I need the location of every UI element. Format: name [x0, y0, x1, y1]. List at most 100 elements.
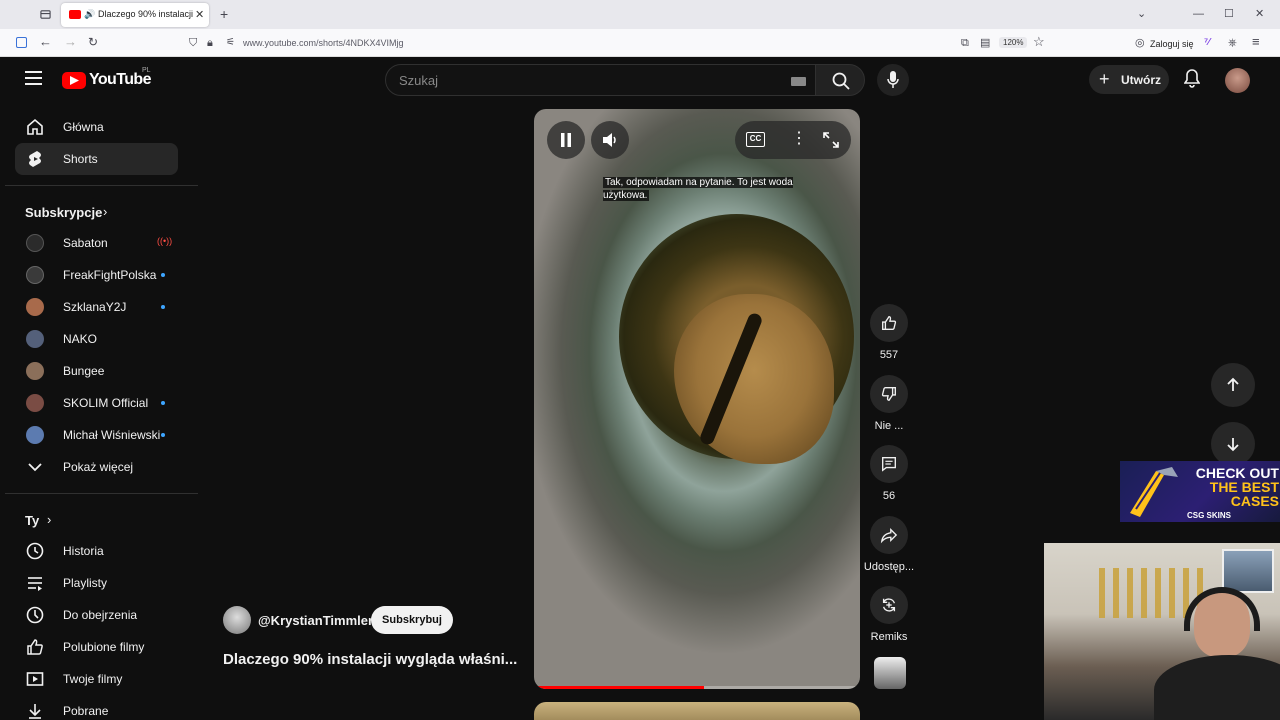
next-short-button[interactable] — [1211, 422, 1255, 466]
notifications-bell-icon[interactable] — [1183, 69, 1201, 94]
sidebar-item-subscription[interactable]: Bungee — [15, 355, 178, 387]
reader-view-icon[interactable]: ▤ — [980, 37, 990, 49]
sidebar-item-subscription[interactable]: SzklanaY2J — [15, 291, 178, 323]
sidebar-toggle-icon[interactable] — [16, 37, 27, 48]
menu-icon[interactable]: ≡ — [1252, 35, 1260, 48]
new-content-dot — [161, 305, 165, 309]
minimize-icon[interactable]: — — [1193, 8, 1204, 20]
tracking-shield-icon[interactable]: ⛉ — [189, 37, 197, 49]
volume-button[interactable] — [591, 121, 629, 159]
you-section-header[interactable]: Ty › — [5, 512, 85, 532]
pause-icon — [561, 133, 571, 147]
volume-icon — [603, 133, 616, 147]
sidebar-item-playlists[interactable]: Playlisty — [15, 567, 178, 599]
subscriptions-header[interactable]: Subskrypcje › — [5, 204, 125, 224]
channel-name[interactable]: @KrystianTimmler — [258, 613, 373, 628]
sidebar-item-label: Pokaż więcej — [63, 460, 134, 474]
new-content-dot — [161, 401, 165, 405]
video-title[interactable]: Dlaczego 90% instalacji wygląda właśni..… — [223, 651, 533, 668]
previous-short-button[interactable] — [1211, 363, 1255, 407]
lock-icon[interactable]: 🔒︎ — [207, 37, 213, 49]
shorts-video-player[interactable]: CC ⋮ Tak, odpowiadam na pytanie. To jest… — [534, 109, 860, 689]
arrow-down-icon — [1227, 438, 1239, 452]
pip-icon[interactable]: ⧉ — [961, 37, 969, 49]
tab-overflow-chevron-icon[interactable]: ⌄ — [1137, 8, 1146, 20]
zoom-level[interactable]: 120% — [999, 37, 1028, 48]
page-permissions-icon[interactable]: ⚟ — [226, 37, 235, 49]
sidebar-item-shorts[interactable]: Shorts — [15, 143, 178, 175]
thumbs-up-icon — [882, 316, 897, 330]
reload-icon[interactable]: ↻ — [88, 36, 98, 48]
account-icon[interactable]: ◎ — [1135, 37, 1145, 49]
hamburger-menu-icon[interactable] — [25, 71, 42, 90]
share-label: Udostęp... — [863, 561, 915, 573]
sidebar-item-subscription[interactable]: FreakFightPolska — [15, 259, 178, 291]
video-progress-bar[interactable] — [534, 686, 860, 689]
sidebar-item-label: Główna — [63, 120, 104, 134]
next-short-preview[interactable] — [534, 702, 860, 720]
ad-line-3: CASES — [1230, 493, 1279, 509]
bookmark-star-icon[interactable]: ☆ — [1033, 35, 1045, 48]
shorts-icon — [29, 151, 41, 167]
chevron-right-icon: › — [47, 512, 52, 527]
logo-region: PL — [142, 67, 151, 74]
new-tab-icon[interactable]: + — [220, 7, 228, 21]
search-input[interactable]: Szukaj — [399, 73, 438, 88]
sidebar-item-your-videos[interactable]: Twoje filmy — [15, 663, 178, 695]
more-options-icon[interactable]: ⋮ — [791, 130, 807, 148]
ad-line-2: THE BEST — [1209, 479, 1279, 495]
sidebar-item-label: Bungee — [63, 364, 105, 378]
user-avatar[interactable] — [1225, 68, 1250, 93]
create-label: Utwórz — [1121, 73, 1161, 87]
browser-tab-active[interactable]: 🔊 Dlaczego 90% instalacji wyg ✕ — [61, 3, 209, 27]
close-window-icon[interactable]: ✕ — [1255, 8, 1264, 20]
url-field[interactable]: www.youtube.com/shorts/4NDKX4VIMjg — [243, 38, 404, 48]
sidebar-item-downloads[interactable]: Pobrane — [15, 695, 178, 720]
sidebar-item-history[interactable]: Historia — [15, 535, 178, 567]
player-top-controls: CC ⋮ — [735, 121, 851, 159]
search-button[interactable] — [815, 64, 865, 96]
sidebar-item-subscription[interactable]: SKOLIM Official — [15, 387, 178, 419]
subscribe-button[interactable]: Subskrybuj — [371, 606, 453, 634]
sidebar-item-show-more[interactable]: Pokaż więcej — [15, 451, 178, 483]
extensions-puzzle-icon[interactable]: ⎈ — [1228, 37, 1237, 49]
sidebar-item-home[interactable]: Główna — [15, 111, 178, 143]
sidebar-item-liked-videos[interactable]: Polubione filmy — [15, 631, 178, 663]
remix-label: Remiks — [870, 631, 908, 643]
keyboard-icon[interactable] — [791, 77, 806, 86]
search-box[interactable]: Szukaj — [385, 64, 816, 96]
sidebar-item-subscription[interactable]: NAKO — [15, 323, 178, 355]
comments-button[interactable] — [870, 445, 908, 483]
close-tab-icon[interactable]: ✕ — [195, 8, 204, 21]
remix-button[interactable] — [870, 586, 908, 624]
dislike-button[interactable] — [870, 375, 908, 413]
your-videos-icon — [26, 672, 44, 686]
sound-thumbnail[interactable] — [874, 657, 906, 689]
sidebar-item-label: NAKO — [63, 332, 98, 346]
maximize-icon[interactable]: ☐ — [1224, 8, 1234, 20]
extension-icon[interactable]: ⁷⁄ — [1204, 37, 1210, 48]
sidebar-item-subscription[interactable]: Sabaton ((•)) — [15, 227, 178, 259]
forward-icon[interactable]: → — [64, 35, 77, 48]
sidebar-item-watch-later[interactable]: Do obejrzenia — [15, 599, 178, 631]
signin-label[interactable]: Zaloguj się — [1150, 39, 1194, 49]
caption-text: Tak, odpowiadam na pytanie. To jest woda… — [603, 177, 793, 201]
channel-avatar[interactable] — [223, 606, 251, 634]
youtube-logo[interactable]: YouTube PL — [62, 67, 154, 92]
like-button[interactable] — [870, 304, 908, 342]
create-button[interactable]: + Utwórz — [1089, 65, 1169, 94]
wall-poster — [1222, 549, 1274, 593]
share-button[interactable] — [870, 516, 908, 554]
pause-button[interactable] — [547, 121, 585, 159]
sidebar-divider — [5, 185, 198, 186]
sidebar-item-label: Michał Wiśniewski — [63, 428, 161, 442]
chevron-down-icon — [28, 463, 42, 472]
tab-list-icon[interactable] — [40, 9, 51, 23]
voice-search-button[interactable] — [877, 64, 909, 96]
audio-playing-icon[interactable]: 🔊 — [84, 9, 95, 20]
sidebar-item-subscription[interactable]: Michał Wiśniewski — [15, 419, 178, 451]
captions-button[interactable]: CC — [746, 132, 765, 147]
fullscreen-icon[interactable] — [823, 132, 839, 153]
search-icon — [832, 72, 850, 90]
back-icon[interactable]: ← — [39, 35, 52, 48]
